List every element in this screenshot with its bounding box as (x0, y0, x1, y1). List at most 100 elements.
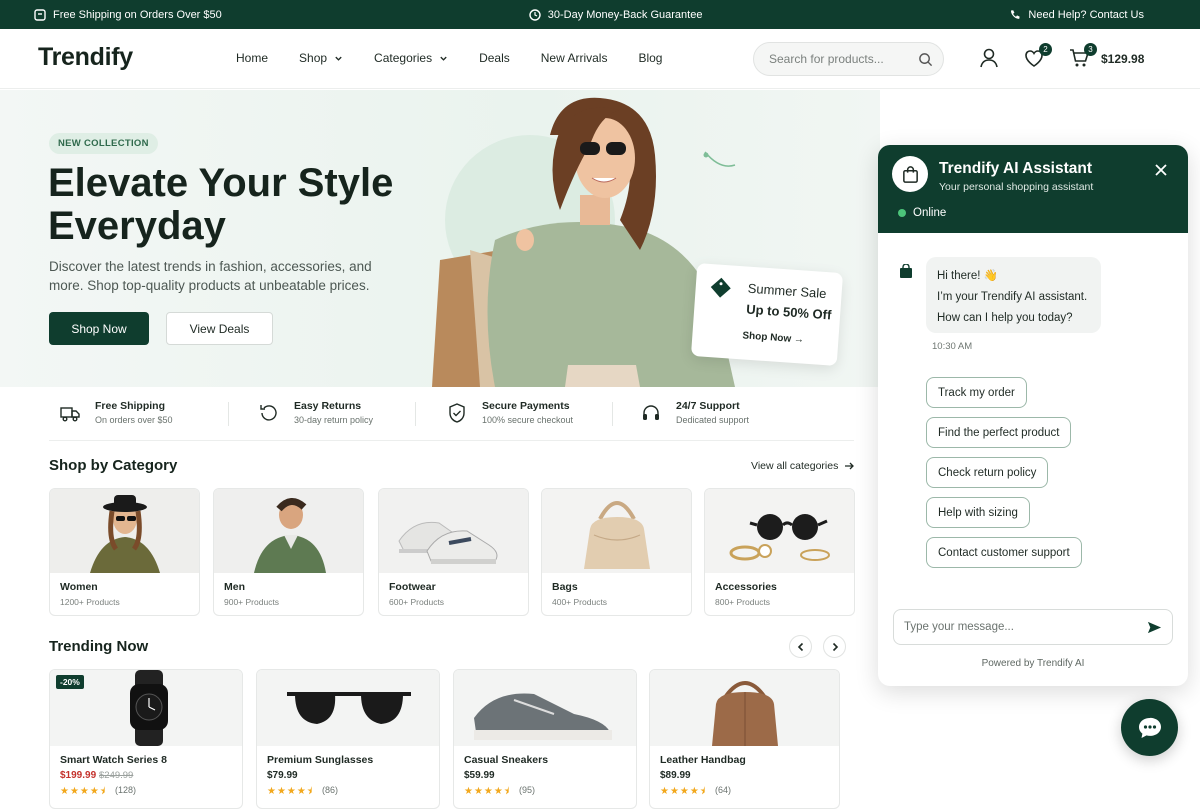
trending-now-title: Trending Now (49, 638, 149, 655)
headset-icon (643, 404, 659, 420)
chat-title: Trendify AI Assistant (939, 160, 1093, 177)
product-card[interactable]: -20% Smart Watch Series 8 $199.99 $249.9… (49, 669, 243, 809)
quick-reply-track-order[interactable]: Track my order (926, 377, 1027, 408)
feature-sub: 100% secure checkout (482, 415, 574, 425)
category-card-bags[interactable]: Bags 400+ Products (541, 488, 692, 616)
category-card-men[interactable]: Men 900+ Products (213, 488, 364, 616)
nav-categories[interactable]: Categories (374, 51, 448, 65)
nav-shop-label[interactable]: Shop (299, 51, 327, 65)
quick-reply-contact-support[interactable]: Contact customer support (926, 537, 1082, 568)
sale-shop-now-link[interactable]: Shop Now → (742, 330, 804, 345)
user-icon[interactable] (978, 47, 1000, 69)
chat-message-input[interactable]: Type your message... (893, 609, 1173, 645)
category-name: Footwear (389, 581, 436, 593)
chat-input-placeholder[interactable]: Type your message... (904, 621, 1014, 633)
category-name: Men (224, 581, 245, 593)
feature-title: 24/7 Support (676, 400, 740, 412)
category-card-women[interactable]: Women 1200+ Products (49, 488, 200, 616)
nav-home-label[interactable]: Home (236, 51, 268, 65)
shopping-bag-icon (902, 165, 918, 183)
help-text[interactable]: Need Help? Contact Us (1028, 9, 1144, 21)
sale-offer: Up to 50% Off (745, 301, 832, 323)
category-card-footwear[interactable]: Footwear 600+ Products (378, 488, 529, 616)
summer-sale-card[interactable]: Summer Sale Up to 50% Off Shop Now → (690, 263, 844, 366)
feature-title: Free Shipping (95, 400, 166, 412)
product-card[interactable]: Casual Sneakers $59.99 ★★★★⯨ (95) (453, 669, 637, 809)
powered-by-text: Powered by Trendify AI (981, 658, 1085, 669)
shop-by-category-title: Shop by Category (49, 457, 178, 474)
chat-avatar (892, 156, 928, 192)
review-count: (128) (115, 785, 137, 795)
product-name[interactable]: Casual Sneakers (464, 754, 548, 766)
logo[interactable]: Trendify (38, 43, 133, 72)
chevron-right-icon (832, 642, 838, 651)
close-icon[interactable] (1154, 163, 1168, 177)
help-link[interactable]: Need Help? Contact Us (1009, 9, 1144, 21)
category-image-women (50, 489, 199, 573)
shop-now-button[interactable]: Shop Now (49, 312, 149, 345)
product-card[interactable]: Premium Sunglasses $79.99 ★★★★⯨ (86) (256, 669, 440, 809)
site-header: Trendify Home Shop Categories Deals New … (0, 29, 1200, 89)
view-all-categories-link[interactable]: View all categories (751, 460, 855, 472)
carousel-prev-button[interactable] (789, 635, 812, 658)
category-image-bags (542, 489, 691, 573)
hero-title: Elevate Your Style Everyday (48, 161, 394, 248)
star-rating: ★★★★⯨ (464, 786, 511, 797)
view-all-label[interactable]: View all categories (751, 460, 838, 472)
search-placeholder[interactable]: Search for products... (769, 52, 884, 66)
chat-launcher-button[interactable] (1121, 699, 1178, 756)
view-deals-button[interactable]: View Deals (166, 312, 273, 345)
feature-easy-returns: Easy Returns 30-day return policy (258, 400, 373, 425)
product-name[interactable]: Premium Sunglasses (267, 754, 373, 766)
category-count: 800+ Products (715, 597, 771, 607)
search-input[interactable]: Search for products... (753, 42, 944, 76)
product-card[interactable]: Leather Handbag $89.99 ★★★★⯨ (64) (649, 669, 840, 809)
review-count: (95) (519, 785, 536, 795)
category-count: 900+ Products (224, 597, 280, 607)
message-line: Hi there! 👋 (937, 270, 998, 282)
nav-blog[interactable]: Blog (638, 51, 662, 65)
cart-button[interactable]: 3 (1068, 43, 1097, 69)
shipping-notice: Free Shipping on Orders Over $50 (34, 9, 222, 21)
wishlist-count-badge: 2 (1039, 43, 1052, 56)
search-icon[interactable] (918, 52, 933, 67)
send-icon[interactable] (1147, 620, 1162, 635)
truck-icon (60, 406, 80, 421)
nav-new-arrivals-label[interactable]: New Arrivals (541, 51, 608, 65)
chevron-down-icon (335, 56, 342, 61)
nav-new-arrivals[interactable]: New Arrivals (541, 51, 608, 65)
category-card-accessories[interactable]: Accessories 800+ Products (704, 488, 855, 616)
nav-blog-label[interactable]: Blog (638, 51, 662, 65)
nav-shop[interactable]: Shop (299, 51, 343, 65)
quick-reply-sizing[interactable]: Help with sizing (926, 497, 1030, 528)
price-tag-icon (710, 277, 731, 298)
nav-categories-label[interactable]: Categories (374, 51, 432, 65)
divider (612, 402, 613, 426)
category-count: 400+ Products (552, 597, 608, 607)
feature-title: Easy Returns (294, 400, 362, 412)
message-line: How can I help you today? (937, 312, 1073, 324)
product-image-sunglasses (257, 670, 439, 746)
nav-home[interactable]: Home (236, 51, 268, 65)
divider (228, 402, 229, 426)
wishlist-button[interactable]: 2 (1023, 43, 1052, 69)
product-name[interactable]: Smart Watch Series 8 (60, 754, 167, 766)
nav-deals-label[interactable]: Deals (479, 51, 510, 65)
chat-header: Trendify AI Assistant Your personal shop… (878, 145, 1188, 233)
carousel-next-button[interactable] (823, 635, 846, 658)
quick-reply-find-product[interactable]: Find the perfect product (926, 417, 1072, 448)
product-price: $199.99 (60, 770, 97, 781)
feature-secure-payments: Secure Payments 100% secure checkout (446, 400, 573, 425)
feature-sub: On orders over $50 (95, 415, 173, 425)
nav-deals[interactable]: Deals (479, 51, 510, 65)
sale-title: Summer Sale (747, 280, 827, 302)
feature-support: 24/7 Support Dedicated support (640, 400, 749, 425)
divider (415, 402, 416, 426)
product-old-price: $249.99 (99, 770, 134, 781)
product-name[interactable]: Leather Handbag (660, 754, 746, 766)
product-price: $59.99 (464, 770, 495, 781)
quick-reply-return-policy[interactable]: Check return policy (926, 457, 1049, 488)
divider (49, 440, 854, 441)
category-count: 1200+ Products (60, 597, 120, 607)
cart-total[interactable]: $129.98 (1101, 52, 1144, 66)
